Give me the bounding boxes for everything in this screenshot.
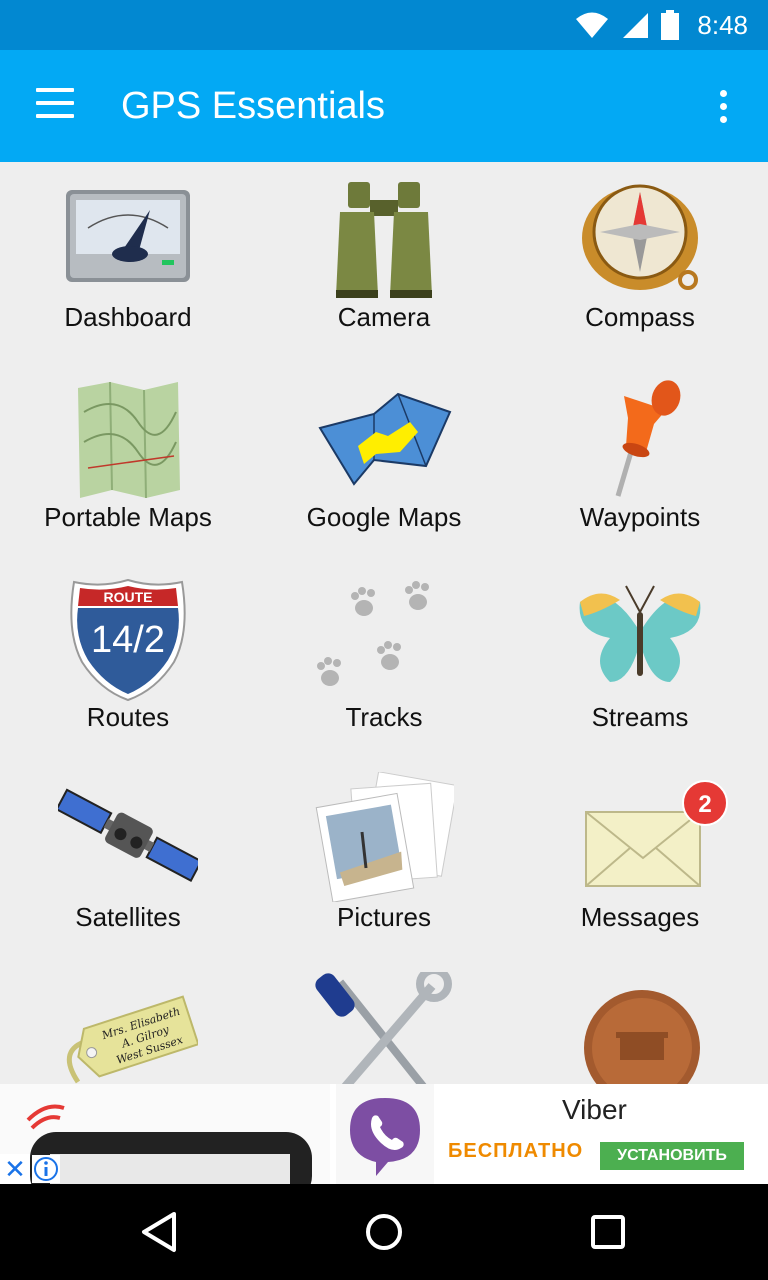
satellite-icon xyxy=(58,788,198,882)
grid-item-compass[interactable]: Compass xyxy=(512,162,768,362)
battery-icon xyxy=(661,10,680,40)
grid-item-tools[interactable] xyxy=(256,962,512,1084)
clock: 8:48 xyxy=(697,9,748,40)
grid-item-label: Pictures xyxy=(337,902,431,932)
grid-item-tracks[interactable]: Tracks xyxy=(256,562,512,762)
grid-item-streams[interactable]: Streams xyxy=(512,562,768,762)
more-vert-icon[interactable] xyxy=(706,86,742,126)
home-icon[interactable] xyxy=(356,1204,412,1260)
grid-item-dashboard[interactable]: Dashboard xyxy=(0,162,256,362)
feature-grid: Dashboard Camera Compass Portable Maps G… xyxy=(0,162,768,1084)
photos-icon xyxy=(315,772,454,902)
back-icon[interactable] xyxy=(132,1204,188,1260)
recents-icon[interactable] xyxy=(580,1204,636,1260)
grid-item-messages[interactable]: 2 Messages xyxy=(512,762,768,962)
folded-map-icon xyxy=(318,392,452,486)
grid-item-google-maps[interactable]: Google Maps xyxy=(256,362,512,562)
viber-logo-icon xyxy=(336,1084,434,1184)
butterfly-icon xyxy=(579,585,701,682)
paw-tracks-icon xyxy=(317,581,429,686)
app-bar: GPS Essentials xyxy=(0,50,768,162)
route-shield-top-text: ROUTE xyxy=(104,589,153,605)
tools-icon xyxy=(315,972,452,1084)
grid-item-camera[interactable]: Camera xyxy=(256,162,512,362)
unread-badge: 2 xyxy=(682,780,728,826)
navigation-bar xyxy=(0,1184,768,1280)
grid-item-waypoints[interactable]: Waypoints xyxy=(512,362,768,562)
grid-item-label: Portable Maps xyxy=(44,502,212,532)
hamburger-menu-icon[interactable] xyxy=(30,88,82,124)
wifi-icon xyxy=(576,12,609,38)
grid-item-label: Streams xyxy=(591,702,689,732)
info-icon[interactable] xyxy=(32,1155,60,1183)
grid-item-pictures[interactable]: Pictures xyxy=(256,762,512,962)
ad-app-name: Viber xyxy=(562,1094,627,1125)
grid-item-label: Compass xyxy=(585,302,695,332)
close-icon[interactable]: ✕ xyxy=(0,1154,30,1184)
grid-item-label: Tracks xyxy=(345,702,423,732)
compass-icon xyxy=(582,184,698,290)
push-pin-icon xyxy=(615,380,681,497)
binoculars-icon xyxy=(336,182,432,298)
grid-item-label: Camera xyxy=(337,302,431,332)
ad-price: БЕСПЛАТНО xyxy=(448,1140,584,1162)
status-bar: 8:48 xyxy=(0,0,768,50)
grid-item-label: Satellites xyxy=(75,902,181,932)
ad-banner[interactable]: ✕ Viber БЕСПЛАТНО УСТАНОВИТЬ xyxy=(0,1084,768,1184)
topographic-map-icon xyxy=(78,381,180,499)
grid-item-penny[interactable] xyxy=(512,962,768,1084)
route-shield-icon: ROUTE 14/2 xyxy=(70,578,186,702)
grid-item-label: Dashboard xyxy=(64,302,192,332)
grid-item-routes[interactable]: ROUTE 14/2 Routes xyxy=(0,562,256,762)
penny-coin-icon xyxy=(584,990,700,1084)
grid-item-satellites[interactable]: Satellites xyxy=(0,762,256,962)
grid-item-label: Google Maps xyxy=(306,502,462,532)
address-tag-icon: Mrs. Elisabeth A. Gilroy West Sussex xyxy=(66,995,198,1084)
dashboard-gauge-icon xyxy=(66,190,190,282)
grid-item-label: Messages xyxy=(580,902,700,932)
app-title: GPS Essentials xyxy=(121,85,385,127)
grid-item-label: Routes xyxy=(86,702,170,732)
install-button[interactable]: УСТАНОВИТЬ xyxy=(600,1142,744,1170)
route-shield-number: 14/2 xyxy=(91,619,165,661)
signal-icon xyxy=(623,13,649,38)
grid-item-label: Waypoints xyxy=(579,502,701,532)
grid-item-address-tag[interactable]: Mrs. Elisabeth A. Gilroy West Sussex xyxy=(0,962,256,1084)
grid-item-portable-maps[interactable]: Portable Maps xyxy=(0,362,256,562)
